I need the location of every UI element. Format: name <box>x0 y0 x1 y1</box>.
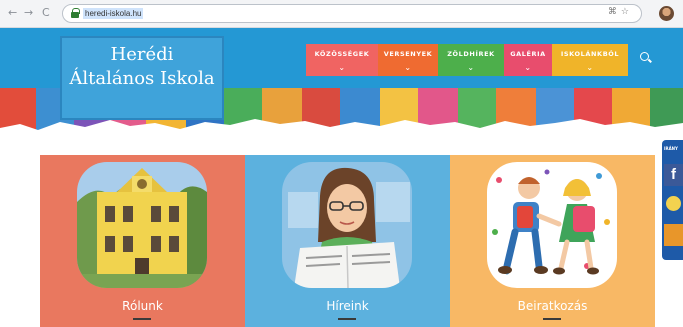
newspaper-reader-image <box>282 162 412 288</box>
menu-label: GALÉRIA <box>510 50 546 58</box>
bookmark-icon[interactable]: ⌘☆ <box>608 7 633 17</box>
social-link-icon[interactable] <box>664 224 683 246</box>
card-title[interactable]: Híreink <box>245 299 450 313</box>
chevron-down-icon: ⌄ <box>586 63 594 72</box>
card-beiratkozas[interactable]: Beiratkozás <box>450 155 655 327</box>
chevron-down-icon: ⌄ <box>467 63 475 72</box>
card-rolunk[interactable]: Rólunk <box>40 155 245 327</box>
facebook-icon[interactable]: f <box>664 164 683 186</box>
card-hireink[interactable]: Híreink <box>245 155 450 327</box>
social-label: IRÁNY <box>664 146 678 151</box>
chevron-down-icon: ⌄ <box>404 63 412 72</box>
url-text[interactable]: heredi-iskola.hu <box>83 8 144 19</box>
menu-label: ISKOLÁNKBÓL <box>560 50 620 58</box>
chevron-down-icon: ⌄ <box>524 63 532 72</box>
reload-icon[interactable]: C <box>42 6 50 20</box>
lock-icon <box>71 8 80 18</box>
menu-label: KÖZÖSSÉGEK <box>314 50 370 58</box>
menu-item-zoldhirek[interactable]: ZÖLDHÍREK ⌄ <box>438 44 504 76</box>
browser-toolbar: ← → C heredi-iskola.hu ⌘☆ <box>0 0 683 28</box>
card-underline <box>543 318 561 320</box>
logo-subtitle: Általános Iskola <box>69 68 215 89</box>
logo-title: Herédi <box>110 44 174 65</box>
back-icon[interactable]: ← <box>8 6 17 20</box>
social-sidebar: IRÁNY f <box>662 140 683 260</box>
address-bar[interactable]: heredi-iskola.hu ⌘☆ <box>62 4 642 23</box>
card-underline <box>338 318 356 320</box>
chevron-down-icon: ⌄ <box>338 63 346 72</box>
social-link-icon[interactable] <box>666 196 681 211</box>
menu-item-galeria[interactable]: GALÉRIA ⌄ <box>504 44 552 76</box>
forward-icon[interactable]: → <box>24 6 33 20</box>
menu-item-iskolankbol[interactable]: ISKOLÁNKBÓL ⌄ <box>552 44 628 76</box>
card-underline <box>133 318 151 320</box>
menu-label: ZÖLDHÍREK <box>447 50 495 58</box>
children-image <box>487 162 617 288</box>
school-building-image <box>77 162 207 288</box>
site-header: Herédi Általános Iskola KÖZÖSSÉGEK ⌄ VER… <box>0 28 683 120</box>
menu-item-versenyek[interactable]: VERSENYEK ⌄ <box>378 44 438 76</box>
menu-item-kozossegek[interactable]: KÖZÖSSÉGEK ⌄ <box>306 44 378 76</box>
site-logo[interactable]: Herédi Általános Iskola <box>60 36 224 120</box>
profile-avatar[interactable] <box>659 6 674 21</box>
card-title[interactable]: Rólunk <box>40 299 245 313</box>
search-icon[interactable] <box>640 52 649 61</box>
menu-label: VERSENYEK <box>383 50 433 58</box>
card-title[interactable]: Beiratkozás <box>450 299 655 313</box>
